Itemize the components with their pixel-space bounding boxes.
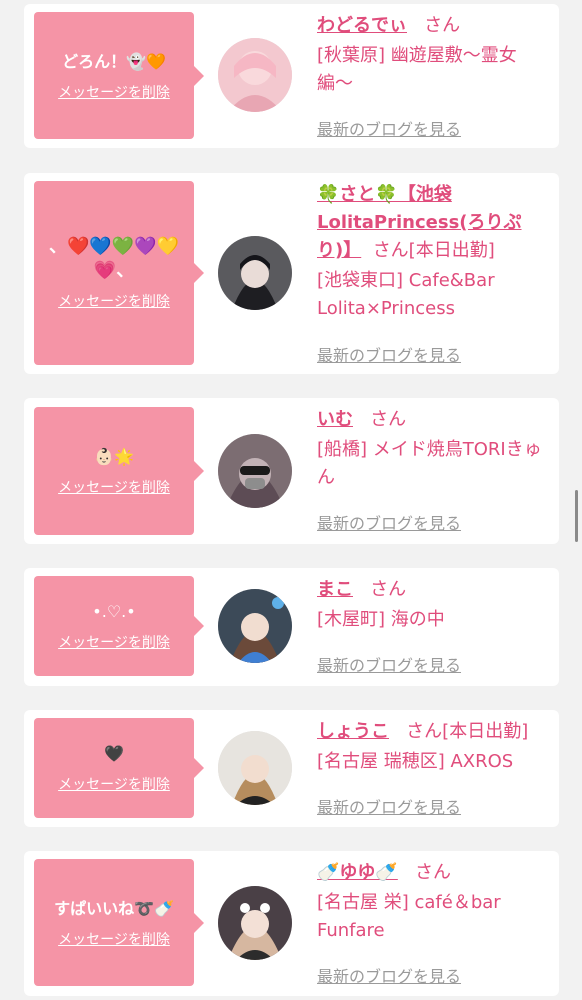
name-suffix: さん	[424, 15, 461, 36]
avatar[interactable]	[218, 589, 292, 663]
name-line: しょうこ さん[本日出勤]	[317, 718, 547, 746]
message-text: どろん！👻🧡	[62, 51, 166, 71]
name-line: いむ さん	[317, 406, 547, 434]
latest-blog-link[interactable]: 最新のブログを見る	[317, 794, 461, 818]
delete-message-link[interactable]: メッセージを削除	[58, 929, 170, 949]
latest-blog-link[interactable]: 最新のブログを見る	[317, 963, 461, 987]
avatar[interactable]	[218, 731, 292, 805]
shop-text: [名古屋 瑞穂区] AXROS	[317, 751, 514, 772]
info-block: まこ さん [木屋町] 海の中 最新のブログを見る	[317, 576, 547, 680]
name-suffix: さん	[415, 862, 451, 883]
latest-blog-link[interactable]: 最新のブログを見る	[317, 510, 461, 534]
message-bubble: 👶🏻🌟 メッセージを削除	[34, 407, 204, 535]
favorite-card: •.♡.• メッセージを削除 まこ さん [木屋町] 海の中 最新のブログを見る	[24, 568, 559, 686]
latest-blog-link[interactable]: 最新のブログを見る	[317, 116, 461, 140]
message-text: すぱいいね➰🍼	[54, 898, 174, 918]
shop-text: [名古屋 栄] café＆bar Funfare	[317, 892, 501, 941]
shop-text: [木屋町] 海の中	[317, 609, 445, 630]
name-line: わどるでぃ さん	[317, 12, 547, 40]
name-line: 🍼ゆゆ🍼 さん	[317, 859, 547, 887]
info-block: わどるでぃ さん [秋葉原] 幽遊屋敷〜霊女編〜 最新のブログを見る	[317, 12, 547, 142]
avatar[interactable]	[218, 886, 292, 960]
delete-message-link[interactable]: メッセージを削除	[58, 774, 170, 794]
avatar[interactable]	[218, 434, 292, 508]
message-bubble: 🖤 メッセージを削除	[34, 718, 204, 818]
avatar[interactable]	[218, 38, 292, 112]
favorite-card: 👶🏻🌟 メッセージを削除 いむ さん [船橋] メイド焼鳥TORIきゅん 最新の…	[24, 398, 559, 544]
info-block: 🍀さと🍀【池袋LolitaPrincess(ろりぷり)】 さん[本日出勤] [池…	[317, 181, 547, 371]
latest-blog-link[interactable]: 最新のブログを見る	[317, 342, 461, 366]
delete-message-link[interactable]: メッセージを削除	[58, 477, 170, 497]
cast-name-link[interactable]: しょうこ	[317, 721, 389, 742]
avatar[interactable]	[218, 236, 292, 310]
message-text: •.♡.•	[92, 602, 136, 621]
favorite-card: 、❤️💙💚💜💛💗、 メッセージを削除 🍀さと🍀【池袋LolitaPrincess…	[24, 173, 559, 374]
message-text: 🖤	[104, 744, 124, 763]
latest-blog-link[interactable]: 最新のブログを見る	[317, 652, 461, 676]
cast-name-link[interactable]: まこ	[317, 579, 353, 600]
info-block: いむ さん [船橋] メイド焼鳥TORIきゅん 最新のブログを見る	[317, 406, 547, 538]
shop-text: [船橋] メイド焼鳥TORIきゅん	[317, 439, 542, 488]
message-text: 、❤️💙💚💜💛💗、	[48, 236, 180, 281]
cast-name-link[interactable]: いむ	[317, 409, 353, 430]
favorite-card: どろん！👻🧡 メッセージを削除 わどるでぃ さん [秋葉原] 幽遊屋敷〜霊女編〜…	[24, 4, 559, 148]
info-block: しょうこ さん[本日出勤] [名古屋 瑞穂区] AXROS 最新のブログを見る	[317, 718, 547, 822]
name-suffix: さん[本日出勤]	[406, 721, 529, 742]
name-suffix: さん[本日出勤]	[372, 240, 495, 261]
shop-text: [秋葉原] 幽遊屋敷〜霊女編〜	[317, 45, 517, 94]
name-suffix: さん	[370, 579, 407, 600]
name-line: まこ さん	[317, 576, 547, 604]
message-text: 👶🏻🌟	[94, 447, 134, 466]
cast-name-link[interactable]: わどるでぃ	[317, 15, 407, 36]
delete-message-link[interactable]: メッセージを削除	[58, 82, 170, 102]
favorite-card: すぱいいね➰🍼 メッセージを削除 🍼ゆゆ🍼 さん [名古屋 栄] café＆ba…	[24, 851, 559, 996]
message-bubble: すぱいいね➰🍼 メッセージを削除	[34, 859, 204, 986]
info-block: 🍼ゆゆ🍼 さん [名古屋 栄] café＆bar Funfare 最新のブログを…	[317, 859, 547, 991]
favorite-card: 🖤 メッセージを削除 しょうこ さん[本日出勤] [名古屋 瑞穂区] AXROS…	[24, 710, 559, 827]
name-suffix: さん	[370, 409, 407, 430]
delete-message-link[interactable]: メッセージを削除	[58, 291, 170, 311]
scrollbar[interactable]	[575, 490, 578, 542]
shop-text: [池袋東口] Cafe&Bar Lolita×Princess	[317, 270, 495, 319]
message-bubble: 、❤️💙💚💜💛💗、 メッセージを削除	[34, 181, 204, 365]
delete-message-link[interactable]: メッセージを削除	[58, 632, 170, 652]
cast-name-link[interactable]: 🍼ゆゆ🍼	[317, 862, 398, 883]
name-line: 🍀さと🍀【池袋LolitaPrincess(ろりぷり)】 さん[本日出勤]	[317, 181, 547, 265]
message-bubble: どろん！👻🧡 メッセージを削除	[34, 12, 204, 139]
message-bubble: •.♡.• メッセージを削除	[34, 576, 204, 676]
